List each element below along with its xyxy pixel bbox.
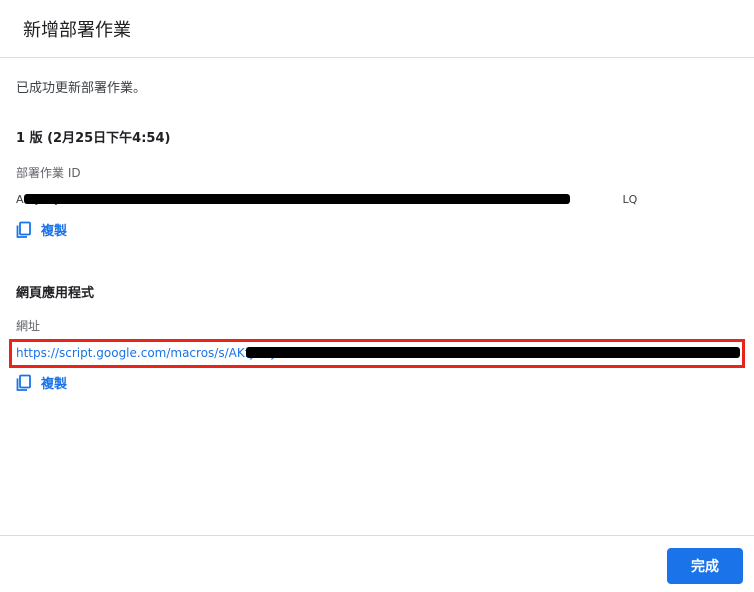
- copy-icon: [16, 221, 31, 238]
- copy-button-label: 複製: [41, 224, 68, 239]
- copy-button-label: 複製: [41, 377, 68, 392]
- done-button[interactable]: 完成: [667, 548, 743, 584]
- copy-icon: [16, 374, 31, 391]
- url-redaction-bar: [246, 347, 740, 358]
- redaction-bar: [24, 194, 570, 204]
- dialog-header: 新增部署作業: [0, 0, 754, 58]
- url-label: 網址: [16, 319, 41, 333]
- copy-deployment-id-button[interactable]: 複製: [15, 220, 67, 239]
- deployment-id-end: LQ: [622, 193, 638, 206]
- version-label: 1 版 (2月25日下午4:54): [16, 131, 171, 146]
- deployment-id-label: 部署作業 ID: [16, 166, 81, 180]
- dialog-title: 新增部署作業: [23, 20, 131, 41]
- copy-url-button[interactable]: 複製: [15, 373, 67, 392]
- success-message: 已成功更新部署作業。: [16, 81, 147, 96]
- footer-divider: [0, 535, 754, 536]
- web-app-section-title: 網頁應用程式: [16, 286, 95, 301]
